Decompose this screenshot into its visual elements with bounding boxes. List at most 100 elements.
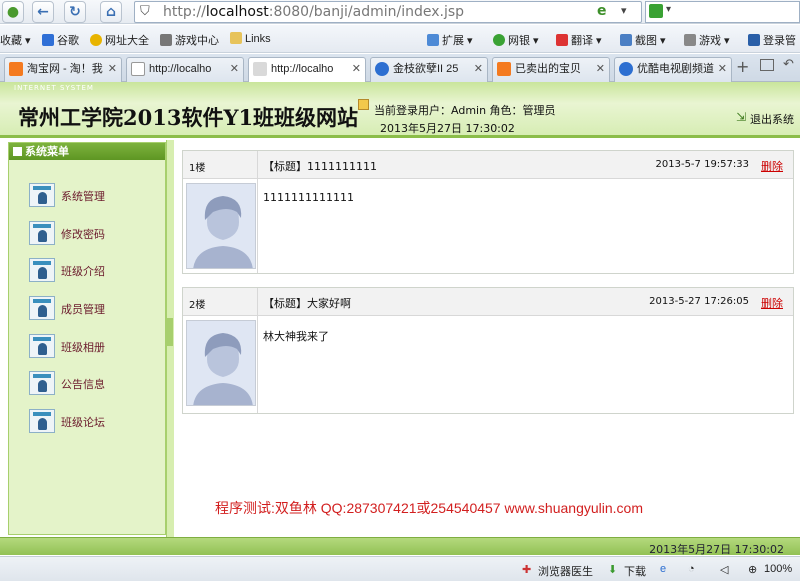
close-icon[interactable]: ✕ xyxy=(352,58,361,80)
volume-icon[interactable]: ◁ xyxy=(720,563,728,576)
user-admin-icon xyxy=(29,183,55,207)
post-header: 2楼 【标题】大家好啊 2013-5-27 17:26:05 删除 xyxy=(183,288,793,316)
post-body: 林大神我来了 xyxy=(263,330,329,343)
bookmark-games[interactable]: 游戏中心 xyxy=(160,32,219,48)
url-host: localhost xyxy=(205,4,269,20)
shield-icon: ⛉ xyxy=(140,4,150,19)
avatar-silhouette-icon xyxy=(187,321,255,405)
bookmarks-bar: 收藏 ▾ 谷歌 网址大全 游戏中心 Links 扩展 ▾ 网银 ▾ 翻译 ▾ 截… xyxy=(0,25,800,53)
toolbar-game[interactable]: 游戏 ▾ xyxy=(684,32,730,48)
tab-youku[interactable]: 优酷电视剧频道 ✕ xyxy=(614,57,732,82)
undo-close-icon[interactable]: ↶ xyxy=(783,57,794,72)
post-title: 【标题】大家好啊 xyxy=(263,297,351,310)
toolbar-login[interactable]: 登录管 xyxy=(748,32,796,48)
ie-mode-icon[interactable]: e xyxy=(660,563,666,575)
extensions-icon xyxy=(427,34,439,46)
post-date: 2013-5-27 17:26:05 xyxy=(649,296,749,307)
post-header: 1楼 【标题】1111111111 2013-5-7 19:57:33 删除 xyxy=(183,151,793,179)
site-header: INTERNET SYSTEM 常州工学院2013软件Y1班班级网站 当前登录用… xyxy=(0,82,800,138)
user-admin-icon xyxy=(29,371,55,395)
browser-address-bar: ● ← ↻ ⌂ ⛉ http://localhost:8080/banji/ad… xyxy=(0,0,800,24)
splitter-handle[interactable] xyxy=(167,318,173,346)
post-body: 1111111111111 xyxy=(263,191,354,204)
forum-post: 1楼 【标题】1111111111 2013-5-7 19:57:33 删除 1… xyxy=(182,150,794,274)
bookmark-favorites[interactable]: 收藏 ▾ xyxy=(0,32,31,48)
avatar xyxy=(186,183,256,269)
browser-logo-icon[interactable]: ● xyxy=(2,1,24,23)
user-admin-icon xyxy=(29,334,55,358)
screenshot-icon xyxy=(620,34,632,46)
close-icon[interactable]: ✕ xyxy=(596,58,605,80)
toolbar-extensions[interactable]: 扩展 ▾ xyxy=(427,32,473,48)
refresh-icon[interactable]: ↻ xyxy=(64,1,86,23)
logout-icon[interactable]: ⇲ xyxy=(736,110,746,124)
doctor-icon[interactable]: ✚ xyxy=(522,563,531,576)
back-icon[interactable]: ← xyxy=(32,1,54,23)
page-footer: 2013年5月27日 17:30:02 xyxy=(0,537,800,556)
post-date: 2013-5-7 19:57:33 xyxy=(655,159,749,170)
tab-localhost-1[interactable]: http://localho ✕ xyxy=(126,57,244,82)
bank-icon xyxy=(493,34,505,46)
browser-doctor[interactable]: 浏览器医生 xyxy=(538,563,593,579)
delete-link[interactable]: 删除 xyxy=(761,295,783,311)
taobao-icon xyxy=(9,62,23,76)
header-date: 2013年5月27日 17:30:02 xyxy=(380,122,515,135)
close-icon[interactable]: ✕ xyxy=(474,58,483,80)
user-admin-icon xyxy=(29,258,55,282)
bookmark-google[interactable]: 谷歌 xyxy=(42,32,79,48)
home-icon[interactable]: ⌂ xyxy=(100,1,122,23)
toolbar-screenshot[interactable]: 截图 ▾ xyxy=(620,32,666,48)
url-path: :8080/banji/admin/index.jsp xyxy=(268,4,465,20)
sidebar-splitter[interactable] xyxy=(166,140,174,537)
gamepad-icon xyxy=(160,34,172,46)
download-label[interactable]: 下载 xyxy=(624,563,646,579)
footer-date: 2013年5月27日 17:30:02 xyxy=(649,543,784,556)
user-admin-icon xyxy=(29,221,55,245)
browser-status-bar: ✚ 浏览器医生 ⬇ 下载 e ◔ ◁ ⊕ 100% xyxy=(0,556,800,581)
folder-icon xyxy=(230,32,242,44)
taobao-icon xyxy=(497,62,511,76)
main-content: 1楼 【标题】1111111111 2013-5-7 19:57:33 删除 1… xyxy=(174,140,800,537)
page-engine-icon[interactable]: e xyxy=(597,3,607,19)
tab-taobao-sold[interactable]: 已卖出的宝贝 ✕ xyxy=(492,57,610,82)
site-subtitle: INTERNET SYSTEM xyxy=(14,84,94,92)
search-engine-dropdown-icon[interactable]: ▾ xyxy=(666,4,671,15)
zoom-icon[interactable]: ⊕ xyxy=(748,563,757,576)
post-title: 【标题】1111111111 xyxy=(263,160,377,173)
close-icon[interactable]: ✕ xyxy=(108,58,117,80)
user-admin-icon xyxy=(29,296,55,320)
logout-link[interactable]: 退出系统 xyxy=(750,111,794,127)
user-admin-icon xyxy=(29,409,55,433)
tab-localhost-2[interactable]: http://localho ✕ xyxy=(248,57,366,83)
avatar xyxy=(186,320,256,406)
new-tab-icon[interactable]: + xyxy=(736,57,749,76)
bookmark-links[interactable]: Links xyxy=(230,32,271,45)
sites-icon xyxy=(90,34,102,46)
search-input[interactable]: ▾ xyxy=(645,1,800,23)
delete-link[interactable]: 删除 xyxy=(761,158,783,174)
post-floor: 2楼 xyxy=(189,300,206,311)
sidebar-menu: 系统菜单 系统管理 修改密码 班级介绍 成员管理 班级相册 公告信息 班级论坛 xyxy=(8,142,166,535)
url-prefix: http:// xyxy=(163,4,206,20)
toolbar-translate[interactable]: 翻译 ▾ xyxy=(556,32,602,48)
tab-video-1[interactable]: 金枝欲孽II 25 ✕ xyxy=(370,57,488,82)
restore-tab-icon[interactable] xyxy=(760,59,774,71)
pma-icon xyxy=(253,62,267,76)
url-dropdown-icon[interactable]: ▾ xyxy=(621,4,627,17)
close-icon[interactable]: ✕ xyxy=(230,58,239,80)
zoom-level[interactable]: 100% xyxy=(764,563,792,575)
page-icon xyxy=(131,62,145,76)
toolbar-bank[interactable]: 网银 ▾ xyxy=(493,32,539,48)
bookmark-sites[interactable]: 网址大全 xyxy=(90,32,149,48)
translate-icon xyxy=(556,34,568,46)
tab-taobao[interactable]: 淘宝网 - 淘！我 ✕ xyxy=(4,57,122,82)
close-icon[interactable]: ✕ xyxy=(718,58,727,80)
url-input[interactable]: ⛉ http://localhost:8080/banji/admin/inde… xyxy=(134,1,642,23)
speed-icon[interactable]: ◔ xyxy=(688,563,695,575)
tab-strip: 淘宝网 - 淘！我 ✕ http://localho ✕ http://localh… xyxy=(0,54,800,83)
search-engine-icon[interactable] xyxy=(649,4,663,18)
current-user-info: 当前登录用户：Admin 角色：管理员 xyxy=(374,104,556,117)
video-icon xyxy=(619,62,633,76)
forum-post: 2楼 【标题】大家好啊 2013-5-27 17:26:05 删除 林大神我来了 xyxy=(182,287,794,414)
download-icon[interactable]: ⬇ xyxy=(608,563,617,576)
